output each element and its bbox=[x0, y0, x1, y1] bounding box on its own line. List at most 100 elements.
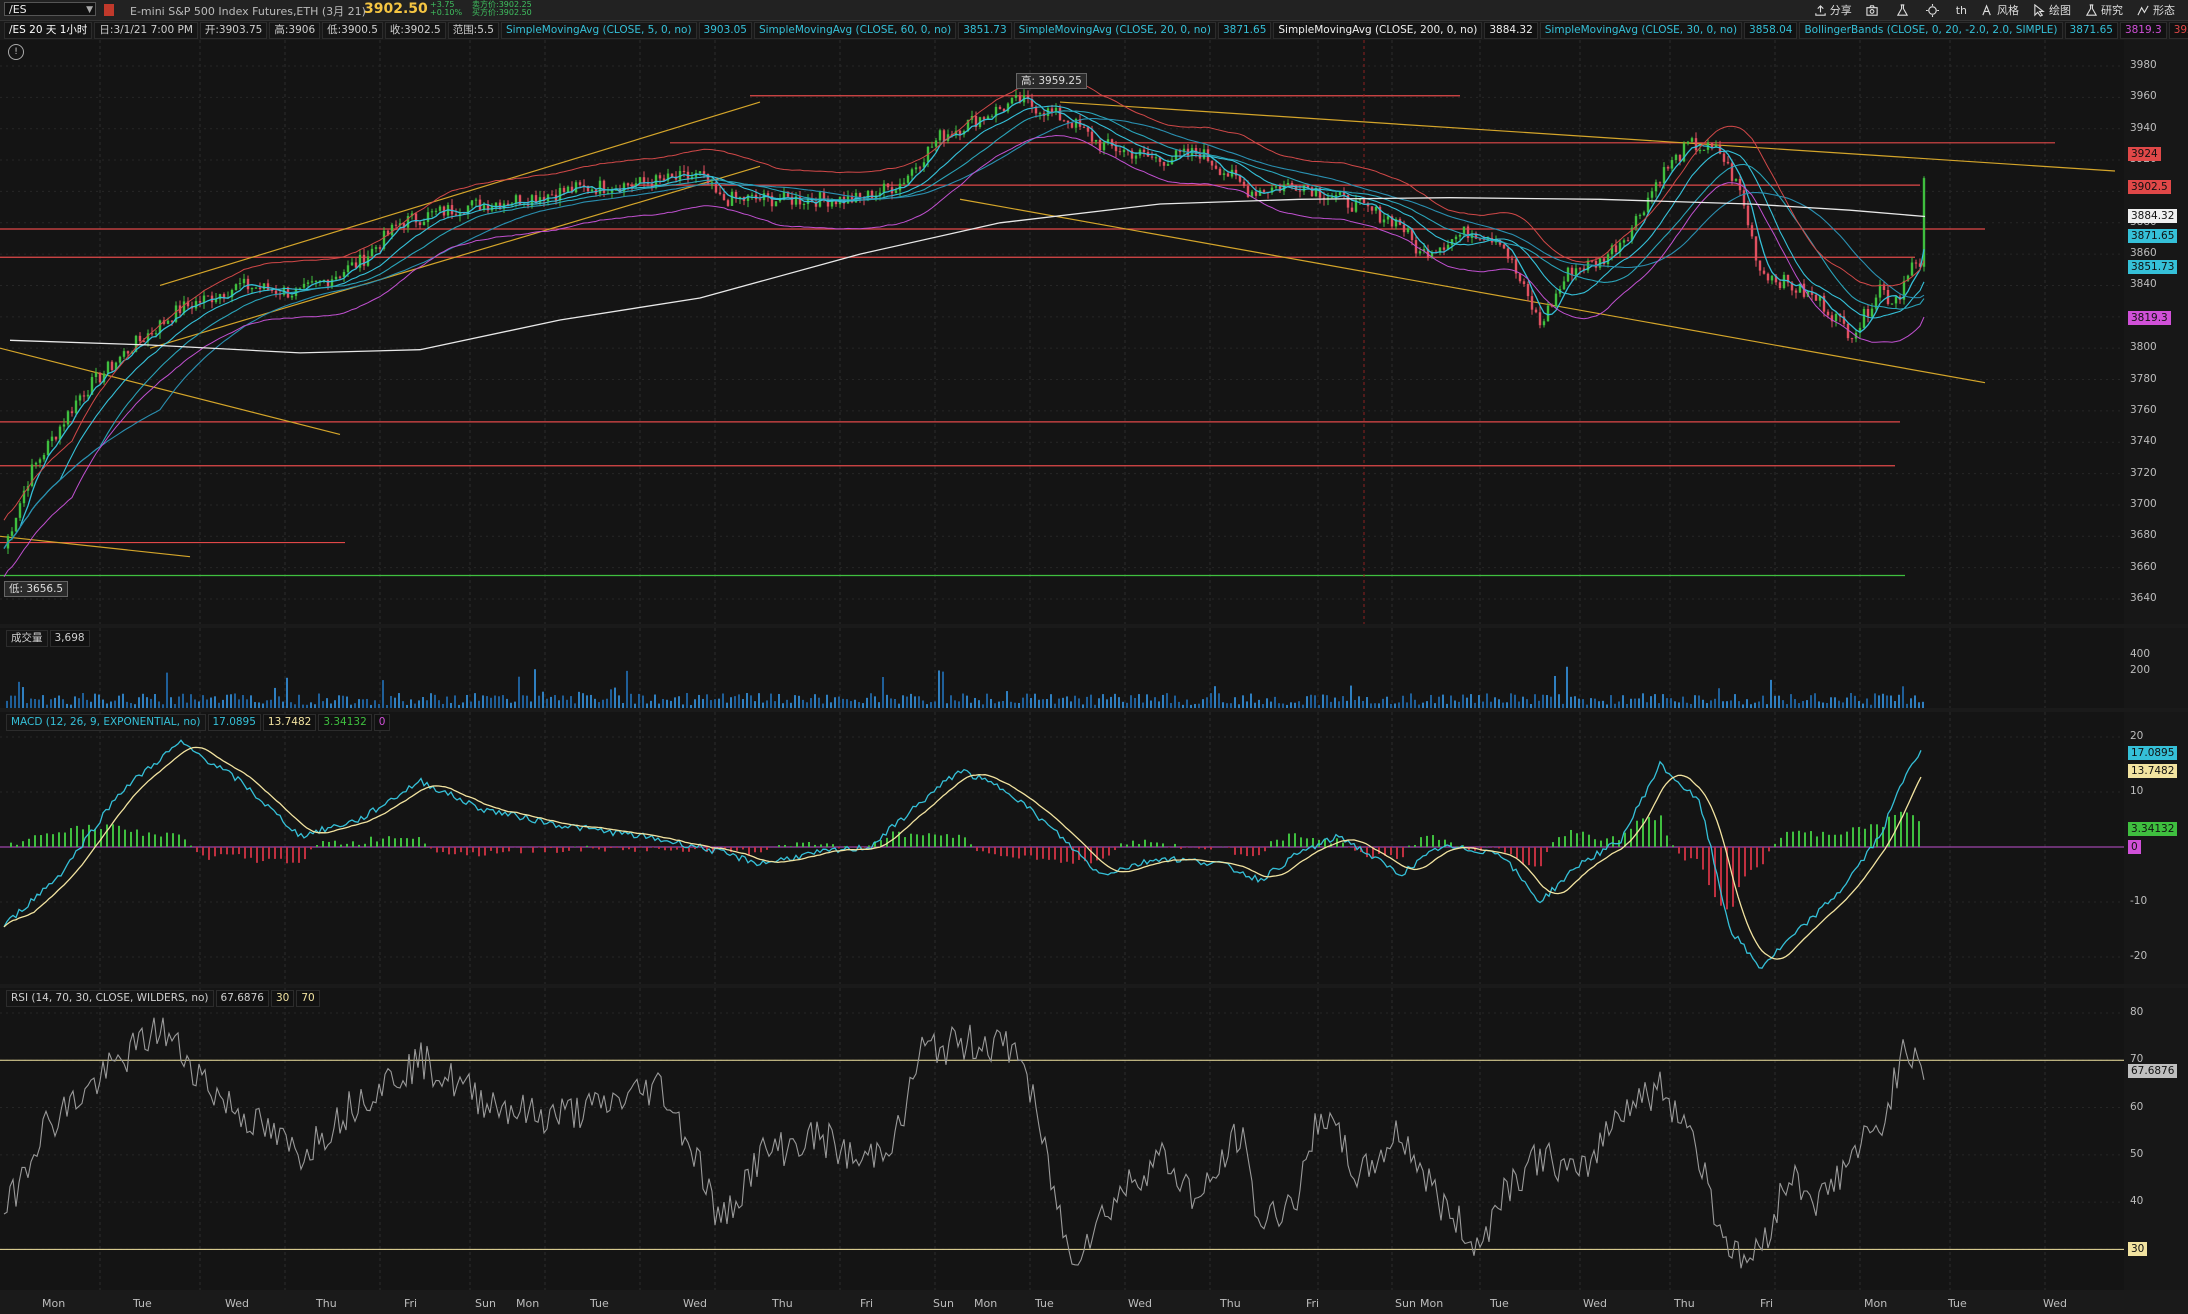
price-tick: 3960 bbox=[2130, 90, 2157, 103]
toolbar-button-th[interactable]: th bbox=[1951, 2, 1972, 18]
bollinger-label[interactable]: BollingerBands (CLOSE, 0, 20, -2.0, 2.0,… bbox=[1799, 22, 2063, 39]
price-tick: 3700 bbox=[2130, 497, 2157, 510]
macd-tag: 3.34132 bbox=[2128, 821, 2178, 836]
sma200-label[interactable]: SimpleMovingAvg (CLOSE, 200, 0, no) bbox=[1273, 22, 1483, 39]
rsi-chart[interactable] bbox=[0, 988, 2124, 1290]
sma60-value: 3851.73 bbox=[958, 22, 1012, 39]
style-icon bbox=[1982, 3, 1991, 15]
sma20-label[interactable]: SimpleMovingAvg (CLOSE, 20, 0, no) bbox=[1013, 22, 1216, 39]
toolbar-button-label: 分享 bbox=[1829, 4, 1852, 17]
macd-diff: 3.34132 bbox=[318, 714, 372, 731]
sma5-line bbox=[3, 97, 1925, 549]
sma200-value: 3884.32 bbox=[1484, 22, 1538, 39]
pattern-icon bbox=[2137, 5, 2149, 15]
sma5-label[interactable]: SimpleMovingAvg (CLOSE, 5, 0, no) bbox=[500, 22, 697, 39]
sma60-label[interactable]: SimpleMovingAvg (CLOSE, 60, 0, no) bbox=[753, 22, 957, 39]
volume-label[interactable]: 成交量 bbox=[6, 630, 48, 647]
bollinger-low-value: 3819.3 bbox=[2119, 22, 2167, 39]
macd-chart[interactable] bbox=[0, 712, 2124, 984]
sma30-line bbox=[3, 110, 1925, 549]
price-tick: 3680 bbox=[2130, 529, 2157, 542]
price-tick: 3940 bbox=[2130, 121, 2157, 134]
flag-icon[interactable] bbox=[104, 4, 114, 16]
time-tick: Wed bbox=[1583, 1297, 1607, 1310]
low-label: 低: 3656.5 bbox=[4, 581, 69, 597]
rsi-label-group: RSI (14, 70, 30, CLOSE, WILDERS, no) 67.… bbox=[6, 990, 320, 1007]
toolbar-button-camera[interactable] bbox=[1861, 2, 1887, 18]
bar-open: 开:3903.75 bbox=[199, 22, 268, 39]
time-tick: Tue bbox=[133, 1297, 152, 1310]
price-axis[interactable]: 3980396039403920390038803860384038203800… bbox=[2124, 40, 2188, 624]
trendline bbox=[0, 535, 191, 558]
toolbar-button-flask[interactable] bbox=[1891, 2, 1917, 18]
time-tick: Mon bbox=[1864, 1297, 1888, 1310]
price-tick: 3860 bbox=[2130, 247, 2157, 260]
toolbar-button-cursor[interactable]: 绘图 bbox=[2028, 2, 2076, 18]
volume-tick: 200 bbox=[2130, 664, 2151, 676]
toolbar-button-label: 研究 bbox=[2101, 4, 2123, 17]
volume-pane[interactable]: 成交量 3,698 bbox=[0, 628, 2124, 708]
price-tag: 3851.73 bbox=[2128, 260, 2178, 275]
time-tick: Fri bbox=[1760, 1297, 1774, 1310]
bollinger-up-value: 3924 bbox=[2168, 22, 2188, 39]
rsi-label[interactable]: RSI (14, 70, 30, CLOSE, WILDERS, no) bbox=[6, 990, 214, 1007]
camera-icon bbox=[1866, 4, 1878, 16]
time-tick: Tue bbox=[1948, 1297, 1967, 1310]
toolbar-button-label: 风格 bbox=[1997, 4, 2019, 17]
volume-chart[interactable] bbox=[0, 628, 2124, 708]
time-tick: Sun bbox=[1395, 1297, 1416, 1310]
price-tag: 3884.32 bbox=[2128, 208, 2178, 223]
macd-line bbox=[3, 739, 1922, 969]
toolbar-button-label: 绘图 bbox=[2049, 4, 2071, 17]
time-axis[interactable]: Mon Tue Wed Thu Fri Sun Mon Tue Wed Thu Fri Sun Mon T… bbox=[0, 1294, 2188, 1314]
bid-ask: 卖方价:3902.25 买方价:3902.50 bbox=[472, 1, 532, 17]
time-tick: Fri bbox=[860, 1297, 874, 1310]
time-tick: Wed bbox=[2043, 1297, 2067, 1310]
volume-axis[interactable]: 400 200 bbox=[2124, 628, 2188, 708]
symbol-input[interactable]: /ES ▼ bbox=[4, 2, 96, 16]
toolbar-button-gear[interactable] bbox=[1921, 2, 1947, 18]
bollinger-lower bbox=[3, 134, 1925, 577]
macd-value: 17.0895 bbox=[207, 714, 261, 731]
price-tick: 3980 bbox=[2130, 59, 2157, 71]
price-chart[interactable] bbox=[0, 40, 2124, 624]
toolbar-button-flask[interactable]: 研究 bbox=[2080, 2, 2128, 18]
symbol-text: /ES bbox=[9, 3, 27, 16]
high-label: 高: 3959.25 bbox=[1016, 73, 1087, 89]
macd-pane[interactable]: MACD (12, 26, 9, EXPONENTIAL, no) 17.089… bbox=[0, 712, 2124, 984]
volume-label-group: 成交量 3,698 bbox=[6, 630, 90, 647]
gear-icon bbox=[1925, 3, 1939, 17]
toolbar-button-pattern[interactable]: 形态 bbox=[2132, 2, 2180, 18]
time-tick: Tue bbox=[590, 1297, 609, 1310]
macd-label[interactable]: MACD (12, 26, 9, EXPONENTIAL, no) bbox=[6, 714, 206, 731]
time-tick: Thu bbox=[1220, 1297, 1241, 1310]
chart-period[interactable]: /ES 20 天 1小时 bbox=[4, 22, 93, 39]
price-pane[interactable]: ! 高: 3959.25 低: 3656.5 bbox=[0, 40, 2124, 624]
volume-tick: 400 bbox=[2130, 648, 2151, 660]
toolbar-button-share[interactable]: 分享 bbox=[1809, 2, 1857, 18]
macd-tick: 10 bbox=[2130, 785, 2144, 797]
price-tick: 3800 bbox=[2130, 341, 2157, 354]
price-tick: 3720 bbox=[2130, 466, 2157, 479]
flask-icon bbox=[1896, 3, 1908, 16]
rsi-pane[interactable]: RSI (14, 70, 30, CLOSE, WILDERS, no) 67.… bbox=[0, 988, 2124, 1290]
rsi-tick: 40 bbox=[2130, 1195, 2144, 1208]
time-tick: Mon bbox=[516, 1297, 540, 1310]
macd-avg: 13.7482 bbox=[262, 714, 317, 731]
toolbar-button-style[interactable]: 风格 bbox=[1976, 2, 2024, 18]
toolbar-button-label: th bbox=[1955, 3, 1967, 17]
macd-tick: 20 bbox=[2130, 730, 2144, 742]
time-tick: Wed bbox=[225, 1297, 249, 1310]
time-tick: Wed bbox=[683, 1297, 707, 1310]
time-tick: Mon bbox=[1420, 1297, 1444, 1310]
price-tag: 3924 bbox=[2128, 146, 2161, 161]
info-icon[interactable]: ! bbox=[8, 44, 24, 60]
time-tick: Fri bbox=[404, 1297, 418, 1310]
sma5-value: 3903.05 bbox=[698, 22, 752, 39]
volume-value: 3,698 bbox=[49, 630, 90, 647]
chevron-down-icon[interactable]: ▼ bbox=[86, 3, 93, 17]
bar-low: 低:3900.5 bbox=[322, 22, 383, 39]
sma30-label[interactable]: SimpleMovingAvg (CLOSE, 30, 0, no) bbox=[1539, 22, 1743, 39]
macd-tag: 13.7482 bbox=[2128, 764, 2178, 779]
price-tag: 3902.5 bbox=[2128, 180, 2171, 195]
